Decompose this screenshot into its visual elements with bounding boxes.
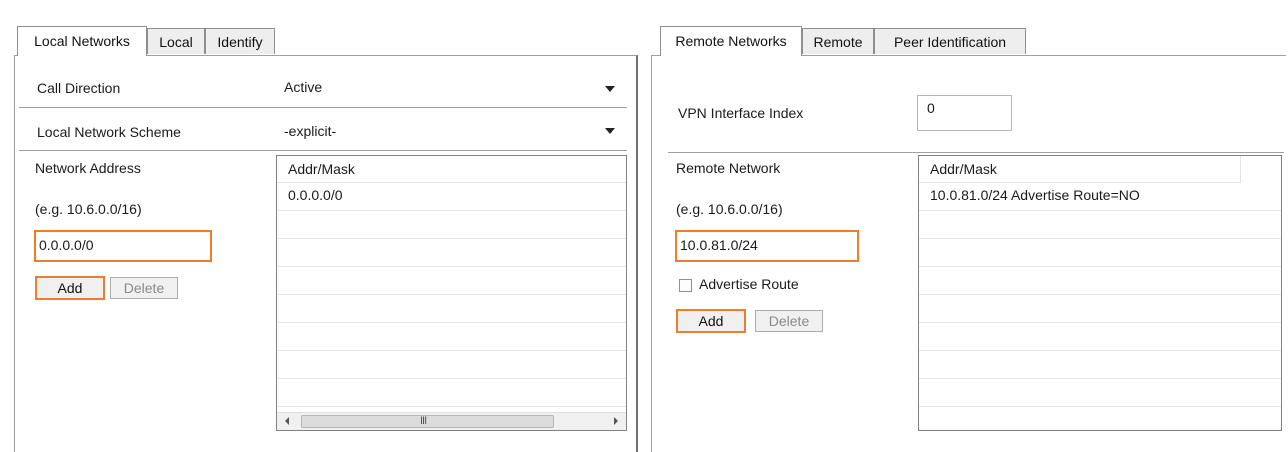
table-row	[277, 239, 626, 267]
scroll-thumb[interactable]: III	[301, 415, 554, 428]
table-row	[919, 239, 1281, 267]
remote-network-input[interactable]: 10.0.81.0/24	[675, 230, 859, 262]
local-network-scheme-label: Local Network Scheme	[37, 124, 181, 140]
table-row	[919, 323, 1281, 351]
table-row	[277, 379, 626, 407]
tab-peer-identification[interactable]: Peer Identification	[874, 28, 1026, 54]
scroll-left-icon[interactable]	[285, 417, 289, 425]
tab-local-networks[interactable]: Local Networks	[17, 26, 147, 56]
table-row	[919, 407, 1281, 430]
table-row	[919, 295, 1281, 323]
tab-remote-networks[interactable]: Remote Networks	[660, 26, 802, 56]
chevron-down-icon[interactable]	[605, 128, 615, 134]
local-address-table[interactable]: Addr/Mask 0.0.0.0/0 III	[276, 155, 627, 431]
remote-networks-panel: Remote Networks Remote Peer Identificati…	[648, 0, 1288, 452]
divider	[19, 150, 627, 151]
vpn-interface-index-label: VPN Interface Index	[678, 105, 804, 121]
delete-button[interactable]: Delete	[110, 277, 178, 299]
table-row[interactable]: 0.0.0.0/0	[277, 183, 626, 211]
vpn-interface-index-input[interactable]: 0	[917, 95, 1012, 131]
divider	[19, 107, 627, 108]
divider	[668, 152, 1284, 153]
advertise-route-checkbox[interactable]	[679, 279, 692, 292]
table-row	[919, 267, 1281, 295]
local-networks-panel: Local Networks Local Identify Call Direc…	[0, 0, 640, 452]
remote-network-label: Remote Network	[676, 160, 781, 176]
table-header-addr-mask: Addr/Mask	[277, 156, 626, 183]
table-row	[277, 211, 626, 239]
table-row	[277, 267, 626, 295]
call-direction-label: Call Direction	[37, 80, 121, 96]
add-button[interactable]: Add	[35, 276, 105, 300]
table-header-addr-mask: Addr/Mask	[919, 156, 1241, 183]
table-row[interactable]: 10.0.81.0/24 Advertise Route=NO	[919, 183, 1281, 211]
call-direction-select[interactable]: Active	[280, 76, 620, 98]
remote-networks-pane: VPN Interface Index 0 Remote Network (e.…	[651, 55, 1286, 452]
scroll-grip: III	[420, 415, 427, 427]
local-networks-pane: Call Direction Active Local Network Sche…	[14, 55, 638, 452]
table-row	[277, 323, 626, 351]
scroll-right-icon[interactable]	[614, 417, 618, 425]
horizontal-scrollbar[interactable]: III	[277, 412, 626, 430]
remote-address-table[interactable]: Addr/Mask 10.0.81.0/24 Advertise Route=N…	[918, 155, 1282, 431]
table-row	[919, 379, 1281, 407]
network-address-hint: (e.g. 10.6.0.0/16)	[35, 201, 142, 217]
local-network-scheme-value: -explicit-	[284, 123, 337, 139]
advertise-route-label: Advertise Route	[699, 276, 799, 292]
chevron-down-icon[interactable]	[605, 86, 615, 92]
tab-identify[interactable]: Identify	[205, 28, 275, 54]
remote-network-hint: (e.g. 10.6.0.0/16)	[676, 201, 783, 217]
call-direction-value: Active	[284, 79, 323, 95]
network-address-input[interactable]: 0.0.0.0/0	[34, 230, 212, 262]
table-cell: 10.0.81.0/24 Advertise Route=NO	[930, 187, 1140, 203]
delete-button[interactable]: Delete	[755, 310, 823, 332]
tab-remote[interactable]: Remote	[802, 28, 874, 54]
add-button[interactable]: Add	[676, 309, 746, 333]
table-cell: 0.0.0.0/0	[288, 187, 343, 203]
table-row	[919, 211, 1281, 239]
local-network-scheme-select[interactable]: -explicit-	[280, 120, 620, 142]
tab-local[interactable]: Local	[147, 28, 205, 54]
table-row	[277, 351, 626, 379]
table-row	[919, 351, 1281, 379]
table-row	[277, 295, 626, 323]
network-address-label: Network Address	[35, 160, 141, 176]
